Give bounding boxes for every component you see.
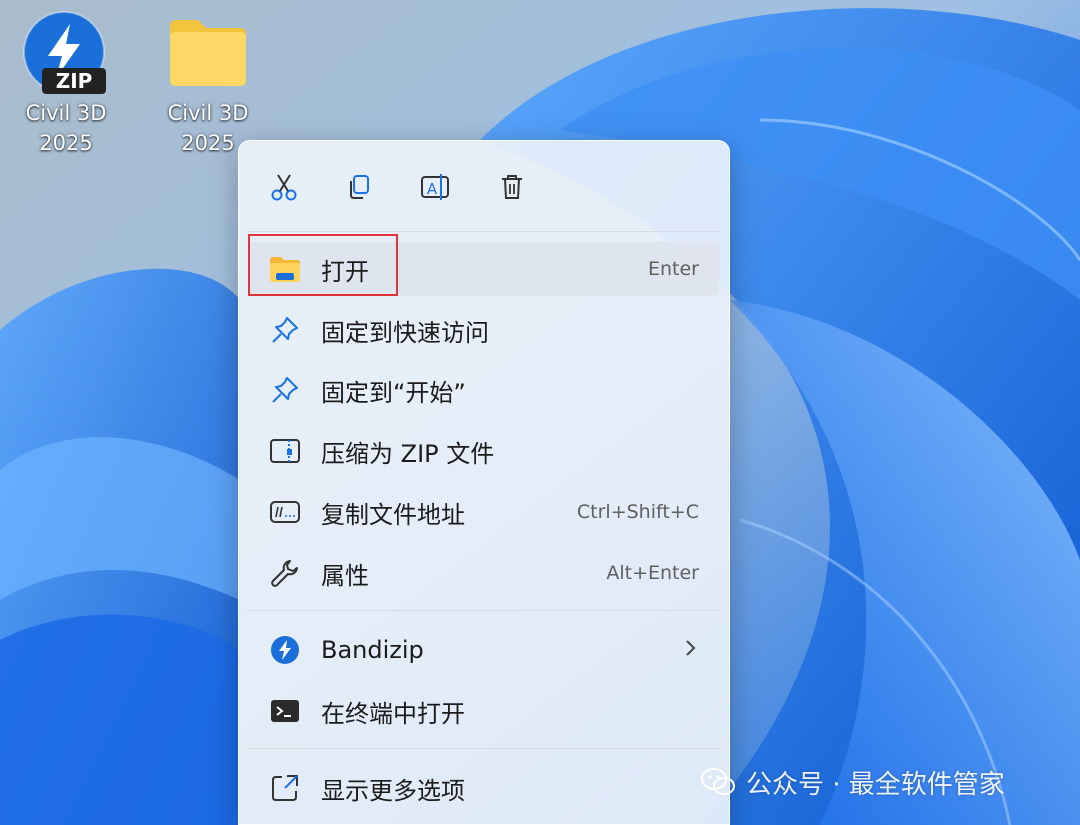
bandizip-zip-icon: ZIP xyxy=(23,11,106,94)
menu-divider xyxy=(247,610,721,611)
chevron-right-icon xyxy=(683,638,697,662)
menu-item-label: 复制文件地址 xyxy=(321,500,465,529)
watermark-text: 公众号 · 最全软件管家 xyxy=(746,769,1005,800)
menu-item-label: 显示更多选项 xyxy=(321,776,465,805)
annotation-highlight-box xyxy=(248,234,398,296)
rename-icon: A xyxy=(421,174,449,200)
menu-item-label: 固定到“开始” xyxy=(321,378,466,407)
watermark: 公众号 · 最全软件管家 xyxy=(700,762,1005,802)
pin-icon xyxy=(267,372,303,408)
bandizip-icon xyxy=(267,632,303,668)
pin-icon xyxy=(267,312,303,348)
svg-text:A: A xyxy=(427,180,438,198)
copy-icon xyxy=(350,175,369,199)
desktop-icon-zip[interactable]: ZIP Civil 3D 2025 xyxy=(6,10,126,158)
menu-item-shortcut: Alt+Enter xyxy=(606,562,699,584)
menu-item-label: Bandizip xyxy=(321,636,424,664)
desktop-icon-folder[interactable]: Civil 3D 2025 xyxy=(148,10,268,158)
rename-button[interactable]: A xyxy=(413,165,457,209)
menu-item-shortcut: Ctrl+Shift+C xyxy=(576,501,699,523)
more-options-icon xyxy=(267,770,303,806)
wrench-icon xyxy=(267,555,303,591)
menu-item-compress-zip[interactable]: 压缩为 ZIP 文件 xyxy=(249,424,719,478)
menu-divider xyxy=(247,231,721,232)
menu-item-shortcut: Enter xyxy=(648,258,699,280)
menu-item-show-more-options[interactable]: 显示更多选项 xyxy=(249,761,719,815)
copy-button[interactable] xyxy=(337,165,381,209)
menu-item-copy-path[interactable]: 复制文件地址 Ctrl+Shift+C xyxy=(249,485,719,539)
menu-divider xyxy=(247,748,721,749)
menu-item-label: 在终端中打开 xyxy=(321,699,465,728)
menu-item-label: 压缩为 ZIP 文件 xyxy=(321,439,495,468)
svg-text:ZIP: ZIP xyxy=(56,69,93,93)
menu-item-pin-start[interactable]: 固定到“开始” xyxy=(249,363,719,417)
cut-button[interactable] xyxy=(262,165,306,209)
menu-item-pin-quick-access[interactable]: 固定到快速访问 xyxy=(249,303,719,357)
menu-item-properties[interactable]: 属性 Alt+Enter xyxy=(249,546,719,600)
folder-icon xyxy=(170,20,246,86)
terminal-icon xyxy=(267,693,303,729)
desktop-icon-label: Civil 3D 2025 xyxy=(25,101,107,155)
zip-archive-icon xyxy=(267,433,303,469)
wechat-icon xyxy=(701,768,735,795)
menu-item-open-terminal[interactable]: 在终端中打开 xyxy=(249,684,719,738)
trash-icon xyxy=(502,175,522,199)
scissors-icon xyxy=(271,174,297,201)
menu-item-label: 属性 xyxy=(321,561,369,590)
delete-button[interactable] xyxy=(490,165,534,209)
menu-item-label: 固定到快速访问 xyxy=(321,318,489,347)
menu-item-bandizip[interactable]: Bandizip xyxy=(249,623,719,677)
copy-path-icon xyxy=(267,494,303,530)
context-menu-toolbar: A xyxy=(239,141,729,233)
